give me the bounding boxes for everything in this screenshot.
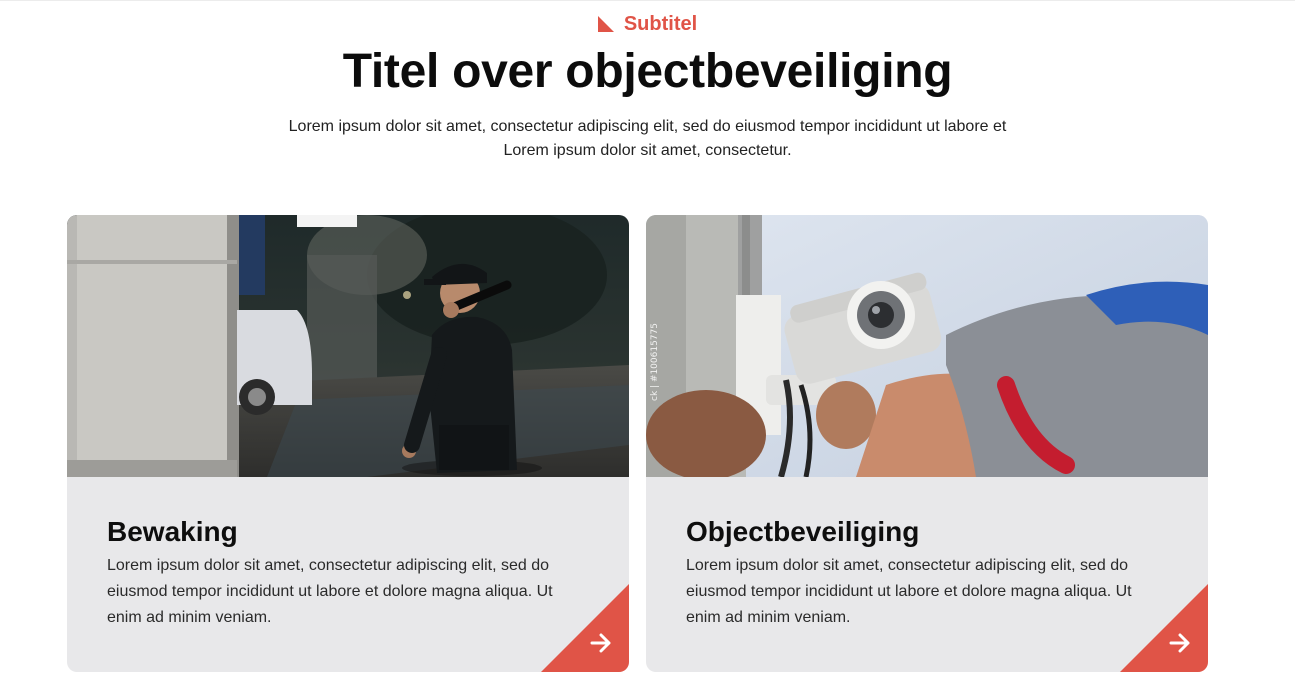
card-text: Lorem ipsum dolor sit amet, consectetur … xyxy=(686,557,1132,626)
card-title: Bewaking xyxy=(107,516,238,547)
service-cards: Bewaking Lorem ipsum dolor sit amet, con… xyxy=(67,215,1208,672)
card-title: Objectbeveiliging xyxy=(686,516,920,547)
arrow-right-icon xyxy=(1169,633,1190,653)
cctv-camera-installation-photo: ck | #100615775 xyxy=(646,215,1208,477)
card-body: Objectbeveiliging Lorem ipsum dolor sit … xyxy=(646,477,1208,631)
security-guard-illustration xyxy=(67,215,629,477)
cctv-illustration xyxy=(646,215,1208,477)
page: Subtitel Titel over objectbeveiliging Lo… xyxy=(0,0,1295,678)
image-watermark: ck | #100615775 xyxy=(650,323,660,401)
subtitle-row: Subtitel xyxy=(0,10,1295,38)
subtitle: Subtitel xyxy=(623,12,698,35)
service-card-objectbeveiliging[interactable]: ck | #100615775 Objectbeveiliging Lorem … xyxy=(646,215,1208,672)
service-card-bewaking[interactable]: Bewaking Lorem ipsum dolor sit amet, con… xyxy=(67,215,629,672)
card-body: Bewaking Lorem ipsum dolor sit amet, con… xyxy=(67,477,629,631)
page-title: Titel over objectbeveiliging xyxy=(342,45,953,98)
section-header: Subtitel Titel over objectbeveiliging Lo… xyxy=(0,10,1295,163)
card-text: Lorem ipsum dolor sit amet, consectetur … xyxy=(107,557,553,626)
intro-text: Lorem ipsum dolor sit amet, consectetur … xyxy=(288,118,1007,159)
arrow-right-icon xyxy=(590,633,611,653)
security-guard-night-photo xyxy=(67,215,629,477)
top-divider xyxy=(0,0,1295,1)
corner-triangle-icon xyxy=(597,16,614,32)
